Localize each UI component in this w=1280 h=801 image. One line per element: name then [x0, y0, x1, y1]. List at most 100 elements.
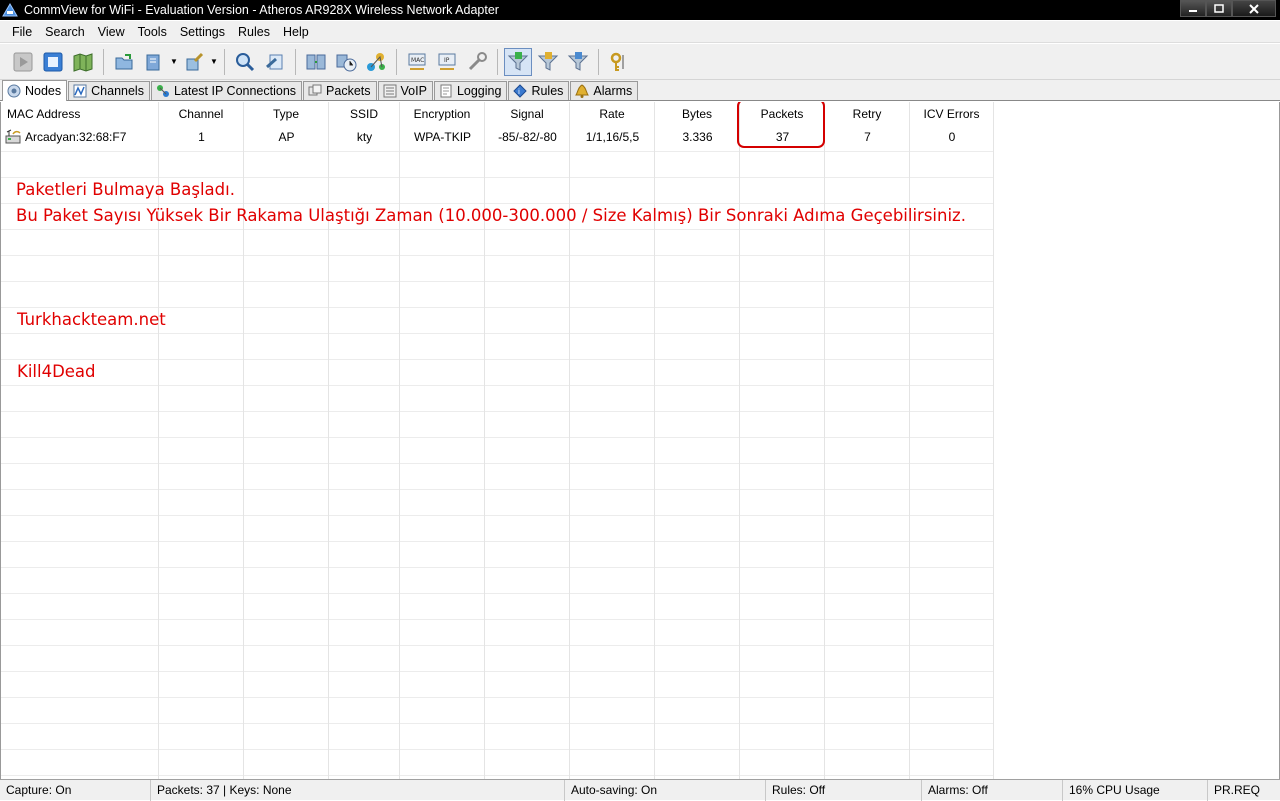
- tab-label: Alarms: [593, 84, 633, 98]
- access-point-icon: [5, 129, 21, 144]
- tab-logging[interactable]: Logging: [433, 81, 508, 100]
- cell-rate: 1/1,16/5,5: [585, 129, 640, 144]
- ip-alias-button[interactable]: IP: [433, 48, 461, 76]
- tab-alarms[interactable]: Alarms: [570, 81, 639, 100]
- table-header: MAC Address Channel Type SSID Encryption…: [1, 102, 994, 126]
- brush-button[interactable]: [180, 48, 208, 76]
- col-header-channel[interactable]: Channel: [159, 102, 244, 126]
- tab-label: Rules: [531, 84, 564, 98]
- mgmt-filter-button[interactable]: [534, 48, 562, 76]
- cell-encryption: WPA-TKIP: [413, 129, 472, 144]
- status-bar: Capture: On Packets: 37 | Keys: None Aut…: [0, 779, 1280, 801]
- minimize-button[interactable]: [1180, 0, 1206, 17]
- close-button[interactable]: [1232, 0, 1276, 17]
- map-button[interactable]: [69, 48, 97, 76]
- window-title: CommView for WiFi - Evaluation Version -…: [24, 3, 499, 17]
- open-button[interactable]: [110, 48, 138, 76]
- toolbar: ▼ ▼ MAC IP: [0, 44, 1280, 80]
- tab-channels[interactable]: Channels: [68, 81, 150, 100]
- tab-latest-ip-connections[interactable]: Latest IP Connections: [150, 81, 303, 100]
- save-button[interactable]: [140, 48, 168, 76]
- save-dropdown[interactable]: ▼: [169, 48, 179, 76]
- packets-tab-icon: [308, 84, 322, 96]
- tab-rules[interactable]: i Rules: [508, 81, 570, 100]
- tab-voip[interactable]: VoIP: [377, 81, 433, 100]
- cell-ssid: kty: [356, 129, 373, 144]
- status-rules: Rules: Off: [766, 779, 922, 801]
- reconstruct-button[interactable]: [332, 48, 360, 76]
- col-header-mac-address[interactable]: MAC Address: [1, 102, 159, 126]
- menu-settings[interactable]: Settings: [174, 25, 232, 39]
- search-button[interactable]: [231, 48, 259, 76]
- logging-tab-icon: [440, 84, 452, 98]
- table-row[interactable]: Arcadyan:32:68:F7 1 AP kty WPA-TKIP -85/…: [1, 126, 994, 147]
- mgmt-filter-icon: [537, 51, 559, 71]
- toolbar-separator: [224, 48, 225, 75]
- statistics-icon: [367, 52, 385, 71]
- alarms-tab-icon: [575, 84, 590, 98]
- maximize-button[interactable]: [1206, 0, 1232, 17]
- menu-view[interactable]: View: [92, 25, 132, 39]
- col-header-retry[interactable]: Retry: [825, 102, 910, 126]
- status-extra: PR.REQ: [1214, 783, 1261, 797]
- map-icon: [73, 52, 93, 72]
- status-alarms: Alarms: Off: [922, 779, 1063, 801]
- mac-alias-icon: MAC: [408, 53, 426, 70]
- menu-tools[interactable]: Tools: [132, 25, 174, 39]
- cell-channel: 1: [198, 129, 205, 144]
- channels-tab-icon: [73, 84, 87, 98]
- data-filter-icon: [507, 51, 529, 71]
- tab-nodes[interactable]: Nodes: [2, 80, 68, 101]
- col-header-bytes[interactable]: Bytes: [655, 102, 740, 126]
- tab-label: Logging: [456, 84, 502, 98]
- menu-help[interactable]: Help: [277, 25, 316, 39]
- logging-button[interactable]: [261, 48, 289, 76]
- annotation-line-1: Paketleri Bulmaya Başladı.: [16, 180, 235, 199]
- toolbar-separator: [497, 48, 498, 75]
- toolbar-separator: [396, 48, 397, 75]
- stop-capture-button[interactable]: [39, 48, 67, 76]
- statistics-button[interactable]: [362, 48, 390, 76]
- mac-alias-button[interactable]: MAC: [403, 48, 431, 76]
- tab-label: Channels: [91, 84, 144, 98]
- tab-packets[interactable]: Packets: [303, 81, 377, 100]
- menu-file[interactable]: File: [6, 25, 39, 39]
- brush-dropdown[interactable]: ▼: [209, 48, 219, 76]
- status-autosave: Auto-saving: On: [565, 779, 766, 801]
- menu-rules[interactable]: Rules: [232, 25, 277, 39]
- title-bar: CommView for WiFi - Evaluation Version -…: [0, 0, 1280, 20]
- tab-label: Packets: [326, 84, 371, 98]
- data-filter-button[interactable]: [504, 47, 532, 76]
- col-header-ssid[interactable]: SSID: [329, 102, 400, 126]
- tab-bar: Nodes Channels Latest IP Connections Pac…: [0, 80, 1280, 101]
- col-header-signal[interactable]: Signal: [485, 102, 570, 126]
- tab-label: Latest IP Connections: [173, 84, 297, 98]
- tools-button[interactable]: [463, 48, 491, 76]
- nodes-table: MAC Address Channel Type SSID Encryption…: [0, 102, 1280, 779]
- ip-connections-tab-icon: [156, 85, 169, 97]
- brush-icon: [186, 52, 204, 70]
- nodes-tab-icon: [7, 84, 21, 98]
- maximize-icon: [1214, 4, 1224, 13]
- search-icon: [236, 52, 255, 71]
- toolbar-separator: [103, 48, 104, 75]
- col-header-encryption[interactable]: Encryption: [400, 102, 485, 126]
- menu-search[interactable]: Search: [39, 25, 92, 39]
- cell-icv-errors: 0: [948, 129, 956, 144]
- wep-keys-button[interactable]: [605, 48, 633, 76]
- start-capture-button[interactable]: [9, 48, 37, 76]
- col-header-packets[interactable]: Packets: [740, 102, 825, 126]
- reconstruct-icon: [336, 54, 357, 71]
- cell-signal: -85/-82/-80: [498, 129, 557, 144]
- mac-address-value: Arcadyan:32:68:F7: [25, 129, 127, 144]
- nodes-button[interactable]: [302, 48, 330, 76]
- window-controls: [1180, 0, 1276, 17]
- col-header-icv-errors[interactable]: ICV Errors: [910, 102, 994, 126]
- cell-bytes: 3.336: [682, 129, 713, 144]
- control-filter-icon: [567, 51, 589, 71]
- col-header-type[interactable]: Type: [244, 102, 329, 126]
- control-filter-button[interactable]: [564, 48, 592, 76]
- cell-mac-address: Arcadyan:32:68:F7: [1, 126, 159, 147]
- annotation-site: Turkhackteam.net: [17, 310, 166, 329]
- col-header-rate[interactable]: Rate: [570, 102, 655, 126]
